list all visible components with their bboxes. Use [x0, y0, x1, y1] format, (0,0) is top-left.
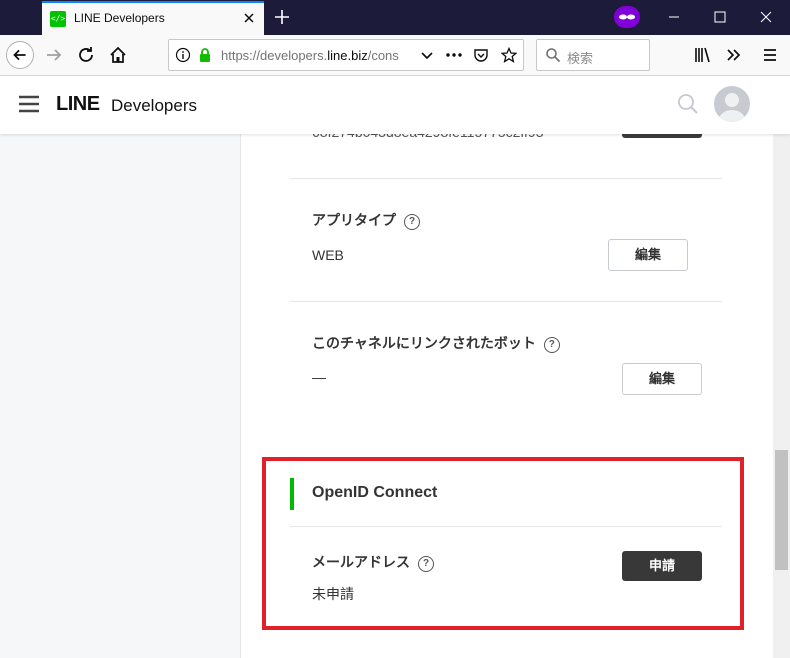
forward-arrow-icon[interactable]	[40, 41, 68, 69]
email-label-text: メールアドレス	[312, 554, 410, 570]
home-icon[interactable]	[104, 41, 132, 69]
bookmark-star-icon[interactable]	[501, 47, 517, 63]
page-actions-dots-icon[interactable]	[445, 47, 463, 63]
site-header: LINE Developers	[0, 76, 790, 134]
new-tab-icon[interactable]	[272, 7, 292, 27]
library-icon[interactable]	[688, 41, 716, 69]
search-icon[interactable]	[677, 93, 699, 115]
search-placeholder: 検索	[567, 51, 594, 66]
linked-bot-label: このチャネルにリンクされたボット?	[312, 333, 560, 353]
tab-title: LINE Developers	[74, 11, 165, 25]
search-icon	[546, 48, 561, 63]
divider	[290, 301, 722, 302]
developers-logo-text[interactable]: Developers	[111, 96, 197, 116]
app-type-label: アプリタイプ?	[312, 210, 420, 230]
email-status: 未申請	[312, 586, 354, 602]
maximize-window-icon[interactable]	[697, 0, 743, 34]
app-type-edit-button[interactable]: 編集	[608, 239, 688, 271]
channel-settings-panel: 68f274b043d8ea4298fe115775c2ff93 アプリタイプ?…	[241, 122, 773, 658]
scrollbar-thumb[interactable]	[775, 450, 788, 570]
overflow-chevrons-icon[interactable]	[720, 41, 748, 69]
help-icon[interactable]: ?	[543, 337, 560, 353]
linked-bot-edit-button[interactable]: 編集	[622, 363, 702, 395]
sidebar	[0, 134, 241, 658]
pocket-icon[interactable]	[473, 47, 489, 63]
line-favicon-icon: </>	[50, 11, 66, 27]
search-field[interactable]: 検索	[536, 39, 650, 71]
close-window-icon[interactable]	[743, 0, 789, 34]
scrollbar[interactable]	[773, 134, 790, 658]
web-page: LINE Developers 68f274b043d8ea4298fe1157…	[0, 76, 790, 658]
app-menu-icon[interactable]	[756, 41, 784, 69]
secure-lock-icon[interactable]	[197, 47, 213, 63]
app-type-label-text: アプリタイプ	[312, 212, 396, 228]
hamburger-menu-icon[interactable]	[18, 95, 40, 113]
url-domain: line.biz	[327, 48, 368, 63]
browser-tab[interactable]: </> LINE Developers	[42, 1, 264, 35]
url-suffix: /cons	[367, 48, 399, 63]
email-label: メールアドレス?	[312, 552, 434, 572]
url-text: https://developers.line.biz/cons	[221, 48, 417, 63]
info-icon[interactable]	[175, 47, 191, 63]
private-browsing-mask-icon	[614, 6, 640, 28]
section-accent-bar	[290, 478, 294, 510]
app-type-value: WEB	[312, 247, 344, 263]
help-icon[interactable]: ?	[418, 556, 434, 572]
navigation-toolbar: https://developers.line.biz/cons 検索	[0, 35, 790, 76]
linked-bot-label-text: このチャネルにリンクされたボット	[312, 335, 536, 351]
minimize-window-icon[interactable]	[651, 0, 697, 34]
linked-bot-value: —	[312, 369, 326, 385]
divider	[290, 178, 722, 179]
user-avatar[interactable]	[714, 86, 750, 122]
chevron-down-icon[interactable]	[419, 47, 435, 63]
close-tab-icon[interactable]	[240, 9, 258, 27]
line-logo[interactable]: LINE	[56, 93, 100, 116]
apply-button[interactable]: 申請	[622, 551, 702, 581]
divider	[290, 526, 722, 527]
back-arrow-icon[interactable]	[6, 41, 34, 69]
url-bar[interactable]: https://developers.line.biz/cons	[168, 39, 524, 71]
title-bar: </> LINE Developers	[0, 0, 790, 35]
help-icon[interactable]: ?	[404, 214, 420, 230]
url-prefix: https://developers.	[221, 48, 328, 63]
openid-section-title: OpenID Connect	[312, 484, 438, 501]
reload-icon[interactable]	[72, 41, 100, 69]
